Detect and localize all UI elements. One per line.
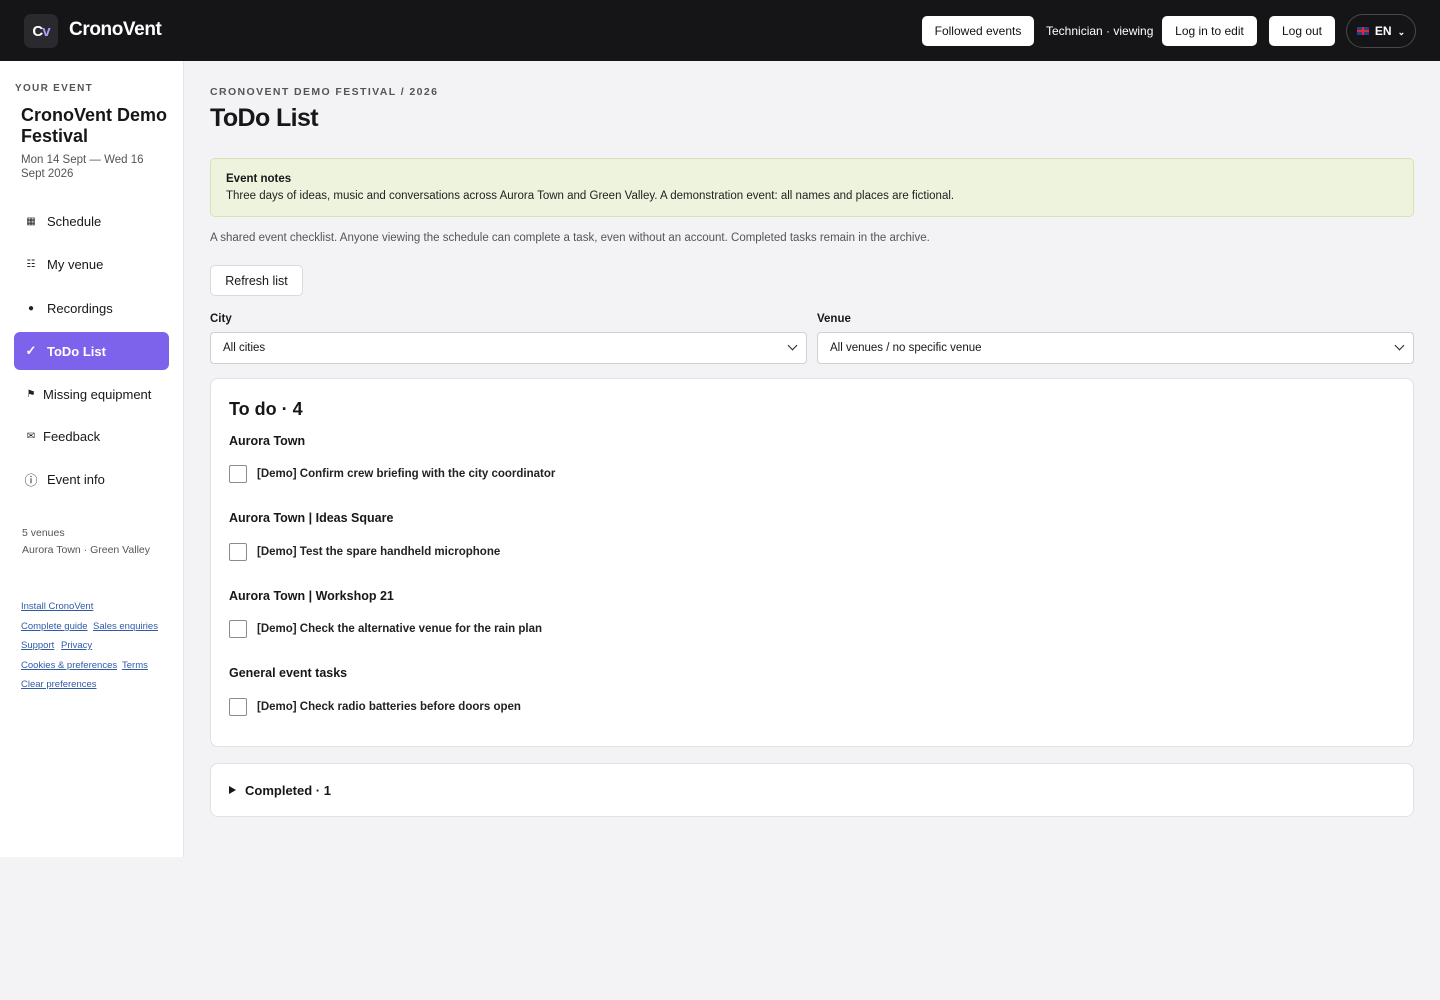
- completed-section-toggle[interactable]: Completed · 1: [210, 763, 1414, 817]
- event-dates: Mon 14 Sept — Wed 16 Sept 2026: [21, 154, 144, 180]
- venues-count: 5 venues: [22, 527, 65, 539]
- venue-label: Venue: [817, 313, 851, 325]
- sidebar-eyebrow: YOUR EVENT: [15, 83, 94, 94]
- nav-label: Missing equipment: [43, 386, 152, 402]
- envelope-icon: ✉: [26, 430, 36, 442]
- venue-select[interactable]: All venues / no specific venue: [817, 332, 1414, 364]
- completed-label: Completed · 1: [245, 782, 331, 798]
- chevron-down-icon: ⌄: [1397, 27, 1406, 37]
- top-bar: Cv CronoVent Followed events Technician …: [0, 0, 1440, 61]
- record-dot-icon: ●: [27, 302, 35, 314]
- cookies-link[interactable]: Cookies & preferences: [21, 660, 117, 671]
- nav-label: Feedback: [43, 428, 101, 444]
- notes-body: Three days of ideas, music and conversat…: [226, 190, 955, 202]
- group-heading: Aurora Town | Workshop 21: [229, 589, 394, 603]
- page-title: ToDo List: [210, 104, 319, 132]
- city-select[interactable]: All cities: [210, 332, 807, 364]
- support-link[interactable]: Support: [21, 640, 54, 651]
- group-heading: Aurora Town: [229, 434, 306, 448]
- privacy-link[interactable]: Privacy: [61, 640, 92, 651]
- intro-text: A shared event checklist. Anyone viewing…: [210, 232, 930, 244]
- nav-item-recordings[interactable]: ● Recordings: [14, 289, 169, 327]
- brand-name[interactable]: CronoVent: [69, 19, 162, 41]
- sidebar: YOUR EVENT CronoVent Demo Festival Mon 1…: [0, 61, 184, 857]
- city-select-value: All cities: [223, 342, 266, 354]
- nav-item-event-info[interactable]: ⓘ Event info: [14, 460, 169, 498]
- task-label: [Demo] Check the alternative venue for t…: [257, 623, 543, 635]
- guide-link[interactable]: Complete guide: [21, 621, 88, 632]
- caret-right-icon: [229, 786, 236, 794]
- task-label: [Demo] Confirm crew briefing with the ci…: [257, 468, 556, 480]
- event-notes-panel: Event notes Three days of ideas, music a…: [210, 158, 1414, 217]
- todo-title: To do · 4: [229, 399, 303, 419]
- list-icon: ☷: [26, 258, 36, 270]
- group-heading: General event tasks: [229, 666, 348, 680]
- clear-preferences-link[interactable]: Clear preferences: [21, 679, 97, 690]
- uk-flag-icon: [1356, 27, 1369, 35]
- language-label: EN: [1374, 24, 1392, 38]
- task-label: [Demo] Test the spare handheld microphon…: [257, 546, 501, 558]
- nav-item-feedback[interactable]: ✉ Feedback: [14, 417, 169, 455]
- language-selector[interactable]: EN ⌄: [1346, 14, 1416, 48]
- task-checkbox[interactable]: [229, 620, 247, 638]
- todo-task[interactable]: [Demo] Test the spare handheld microphon…: [229, 543, 500, 561]
- event-title: CronoVent Demo Festival: [21, 105, 168, 146]
- venue-select-value: All venues / no specific venue: [830, 342, 982, 354]
- chevron-down-icon: [1394, 340, 1405, 351]
- logout-button[interactable]: Log out: [1269, 16, 1335, 46]
- nav-item-schedule[interactable]: ▦ Schedule: [14, 202, 169, 240]
- nav-label: Recordings: [47, 300, 113, 316]
- nav-label: Event info: [47, 471, 105, 487]
- todo-task[interactable]: [Demo] Check radio batteries before door…: [229, 698, 521, 716]
- nav-label: ToDo List: [47, 343, 106, 359]
- venues-cities: Aurora Town · Green Valley: [22, 544, 151, 556]
- install-link[interactable]: Install CronoVent: [21, 601, 93, 612]
- task-checkbox[interactable]: [229, 543, 247, 561]
- grid-icon: ▦: [26, 215, 36, 227]
- nav-item-missing-equipment[interactable]: ⚑ Missing equipment: [14, 375, 169, 413]
- task-checkbox[interactable]: [229, 698, 247, 716]
- notes-title: Event notes: [226, 173, 292, 185]
- info-icon: ⓘ: [24, 472, 38, 488]
- login-button[interactable]: Log in to edit: [1162, 16, 1257, 46]
- logo-icon[interactable]: Cv: [24, 14, 58, 48]
- followed-events-button[interactable]: Followed events: [922, 16, 1034, 46]
- nav-label: Schedule: [47, 213, 102, 229]
- nav-item-todo-list[interactable]: ✓ ToDo List: [14, 332, 169, 370]
- group-heading: Aurora Town | Ideas Square: [229, 511, 394, 525]
- sales-link[interactable]: Sales enquiries: [93, 621, 158, 632]
- todo-card: To do · 4 Aurora Town [Demo] Confirm cre…: [210, 378, 1414, 747]
- check-icon: ✓: [25, 343, 37, 358]
- breadcrumb: CRONOVENT DEMO FESTIVAL / 2026: [210, 86, 439, 98]
- task-checkbox[interactable]: [229, 465, 247, 483]
- nav-label: My venue: [47, 256, 104, 272]
- city-label: City: [210, 313, 232, 325]
- nav-item-my-venue[interactable]: ☷ My venue: [14, 245, 169, 283]
- flag-icon: ⚑: [26, 388, 36, 400]
- role-status: Technician · viewing: [1046, 24, 1154, 38]
- task-label: [Demo] Check radio batteries before door…: [257, 701, 521, 713]
- chevron-down-icon: [787, 340, 798, 351]
- todo-task[interactable]: [Demo] Check the alternative venue for t…: [229, 620, 542, 638]
- terms-link[interactable]: Terms: [122, 660, 148, 671]
- refresh-list-button[interactable]: Refresh list: [210, 265, 303, 296]
- todo-task[interactable]: [Demo] Confirm crew briefing with the ci…: [229, 465, 555, 483]
